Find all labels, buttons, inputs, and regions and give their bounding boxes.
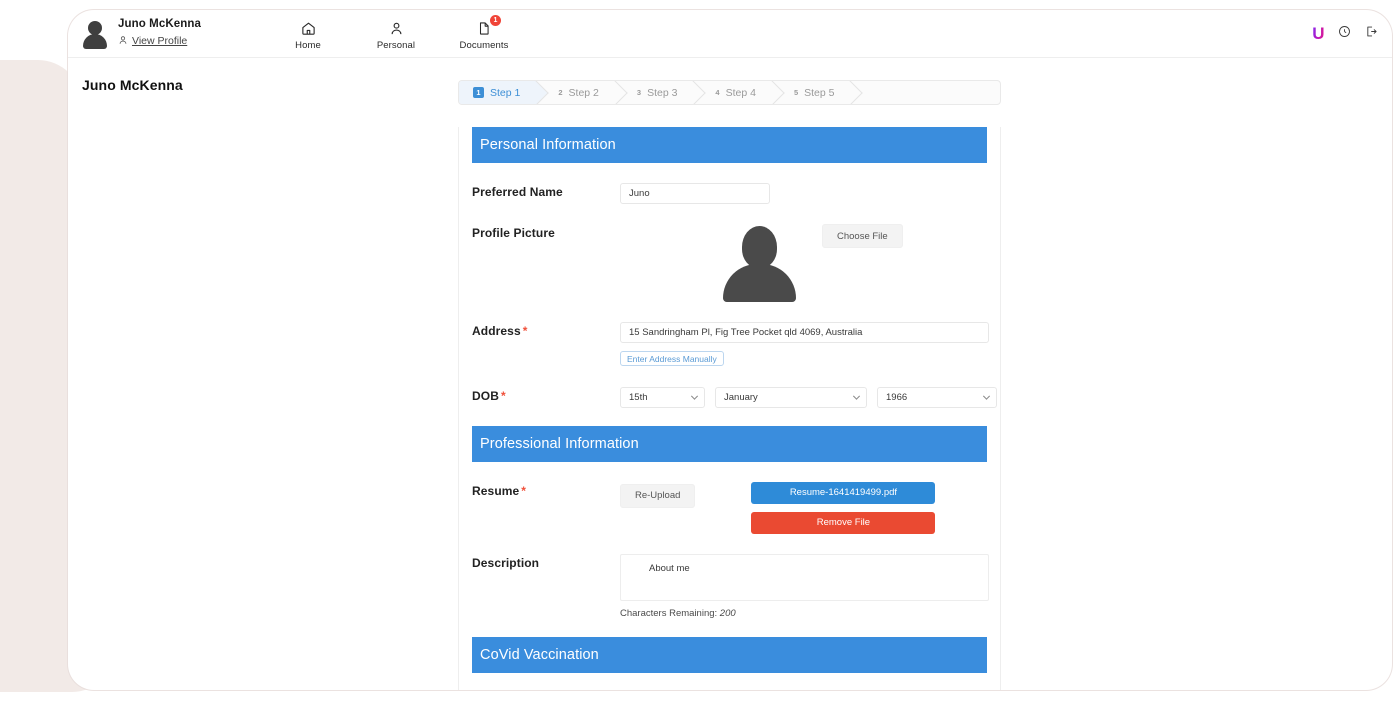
re-upload-button[interactable]: Re-Upload	[620, 483, 696, 508]
chevron-down-icon	[852, 392, 861, 400]
profile-silhouette-icon	[720, 224, 798, 302]
field-row-resume: Resume * Re-Upload Resume-1641419499.pdf …	[459, 481, 1000, 534]
characters-remaining-label: Characters Remaining:	[620, 607, 718, 619]
step-indicator: 1 Step 1 2 Step 2 3 Step 3 4 Step 4 5 St…	[458, 80, 1001, 105]
label-resume-text: Resume	[472, 483, 520, 498]
characters-remaining-value: 200	[719, 607, 736, 619]
label-address: Address *	[472, 322, 620, 367]
step-5-number: 5	[793, 88, 799, 97]
home-icon	[301, 20, 316, 37]
document-icon	[477, 20, 491, 37]
dob-day-value: 15th	[629, 391, 648, 403]
top-navigation-bar: Juno McKenna View Profile Home Personal …	[68, 10, 1392, 58]
logout-icon[interactable]	[1365, 25, 1378, 43]
preferred-name-input[interactable]: Juno	[620, 183, 770, 204]
step-4-number: 4	[715, 88, 720, 97]
choose-file-button[interactable]: Choose File	[822, 224, 903, 248]
description-textarea[interactable]: About me	[620, 553, 989, 601]
app-card: Juno McKenna View Profile Home Personal …	[68, 10, 1392, 690]
step-5-label: Step 5	[804, 86, 835, 99]
dob-month-value: January	[724, 391, 758, 403]
section-header-covid-vaccination: CoVid Vaccination	[472, 636, 987, 673]
section-header-professional-information: Professional Information	[472, 425, 987, 462]
form-card: Personal Information Preferred Name Juno…	[458, 127, 1001, 690]
help-circle-icon[interactable]	[1338, 25, 1351, 43]
chevron-down-icon	[982, 392, 991, 400]
nav-item-documents[interactable]: 1 Documents	[455, 14, 513, 51]
nav-item-personal[interactable]: Personal	[367, 20, 425, 51]
step-2-number: 2	[558, 88, 563, 97]
form-wrapper: 1 Step 1 2 Step 2 3 Step 3 4 Step 4 5 St…	[458, 80, 1001, 690]
enter-address-manually-button[interactable]: Enter Address Manually	[620, 351, 724, 366]
resume-required-marker: *	[521, 483, 527, 498]
address-required-marker: *	[522, 324, 528, 338]
dob-year-value: 1966	[886, 391, 908, 403]
step-4-label: Step 4	[725, 86, 756, 99]
label-preferred-name: Preferred Name	[472, 185, 563, 199]
label-dob-text: DOB	[472, 388, 499, 403]
label-address-text: Address	[472, 324, 521, 338]
nav-item-home[interactable]: Home	[279, 20, 337, 51]
field-row-dob: DOB * 15th January 1966	[459, 386, 1000, 408]
user-block[interactable]: Juno McKenna View Profile	[82, 17, 201, 50]
brand-logo[interactable]: U	[1312, 24, 1324, 44]
view-profile-link[interactable]: View Profile	[132, 35, 187, 47]
step-1[interactable]: 1 Step 1	[459, 81, 537, 104]
address-input[interactable]: 15 Sandringham Pl, Fig Tree Pocket qld 4…	[620, 322, 989, 343]
label-profile-picture: Profile Picture	[472, 226, 555, 240]
dob-month-select[interactable]: January	[715, 386, 867, 408]
main-nav: Home Personal 1 Documents	[279, 14, 513, 51]
field-row-address: Address * 15 Sandringham Pl, Fig Tree Poc…	[459, 322, 1000, 367]
characters-remaining: Characters Remaining: 200	[620, 608, 989, 619]
label-description: Description	[472, 555, 540, 570]
screen-root: Juno McKenna View Profile Home Personal …	[0, 0, 1400, 706]
field-row-description: Description About me Characters Remainin…	[459, 553, 1000, 619]
field-row-profile-picture: Profile Picture Choose File	[459, 224, 1000, 302]
step-3-label: Step 3	[647, 86, 678, 99]
step-3-number: 3	[636, 88, 642, 97]
nav-label-personal: Personal	[376, 39, 416, 51]
person-icon	[118, 32, 128, 50]
step-1-number: 1	[473, 87, 484, 98]
dob-year-select[interactable]: 1966	[877, 386, 997, 408]
nav-label-documents: Documents	[459, 39, 509, 51]
section-header-personal-information: Personal Information	[472, 127, 987, 163]
resume-file-button[interactable]: Resume-1641419499.pdf	[751, 481, 936, 504]
label-dob: DOB *	[472, 387, 620, 408]
step-2-label: Step 2	[568, 86, 599, 99]
user-avatar-icon	[82, 19, 108, 49]
field-row-preferred-name: Preferred Name Juno	[459, 183, 1000, 204]
user-name: Juno McKenna	[118, 18, 201, 30]
chevron-down-icon	[690, 392, 699, 400]
top-right-actions: U	[1312, 10, 1378, 58]
step-1-label: Step 1	[490, 86, 521, 99]
label-resume: Resume *	[472, 482, 620, 534]
remove-file-button[interactable]: Remove File	[751, 511, 936, 534]
person-icon	[389, 20, 404, 37]
dob-day-select[interactable]: 15th	[620, 386, 705, 408]
dob-required-marker: *	[500, 388, 506, 403]
documents-badge: 1	[490, 14, 501, 26]
nav-label-home: Home	[295, 39, 321, 51]
